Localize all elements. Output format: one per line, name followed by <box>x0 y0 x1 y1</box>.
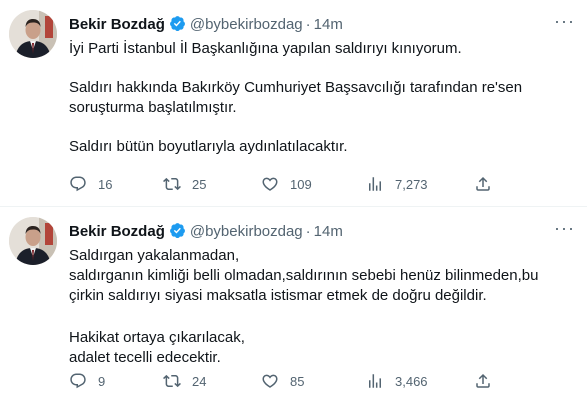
verified-badge-icon <box>169 15 186 37</box>
tweet-actions: 16 25 109 7,273 <box>69 175 499 195</box>
tweet-timestamp[interactable]: 14m <box>314 16 343 33</box>
reply-icon <box>70 176 86 192</box>
views-icon <box>369 177 381 191</box>
like-icon <box>262 374 278 388</box>
tweet[interactable]: Bekir Bozdağ @bybekirbozdag · 14m ··· Saldı… <box>0 207 587 416</box>
share-icon <box>476 176 490 191</box>
views-button[interactable]: 7,273 <box>366 175 428 193</box>
tweet[interactable]: Bekir Bozdağ @bybekirbozdag · 14m ··· İyi P… <box>0 0 587 207</box>
retweet-count: 25 <box>192 176 207 192</box>
views-button[interactable]: 3,466 <box>366 372 428 390</box>
reply-count: 9 <box>98 373 106 389</box>
share-icon <box>476 373 490 388</box>
tweet-paragraph: Saldırı hakkında Bakırköy Cumhuriyet Baş… <box>69 79 523 116</box>
tweet-feed: Bekir Bozdağ @bybekirbozdag · 14m ··· İyi P… <box>0 0 587 416</box>
retweet-button[interactable]: 25 <box>163 175 206 193</box>
reply-count: 16 <box>98 176 113 192</box>
tweet-paragraph: İyi Parti İstanbul İl Başkanlığına yapıl… <box>69 40 462 57</box>
separator-dot: · <box>305 16 311 33</box>
reply-icon <box>70 373 86 389</box>
verified-badge-icon <box>169 222 186 244</box>
more-icon[interactable]: ··· <box>554 219 575 237</box>
avatar[interactable] <box>9 10 57 58</box>
tweet-header: Bekir Bozdağ @bybekirbozdag · 14m <box>69 15 343 37</box>
retweet-count: 24 <box>192 373 207 389</box>
reply-button[interactable]: 9 <box>69 372 105 390</box>
avatar-image <box>9 10 57 58</box>
views-count: 7,273 <box>395 176 428 192</box>
tweet-paragraph: Hakikat ortaya çıkarılacak, adalet tecel… <box>69 329 245 366</box>
tweet-paragraph: Saldırgan yakalanmadan, saldırganın kiml… <box>69 247 539 304</box>
share-button[interactable] <box>474 372 492 390</box>
like-icon <box>262 177 278 191</box>
like-count: 109 <box>290 176 312 192</box>
like-count: 85 <box>290 373 305 389</box>
tweet-text: Saldırgan yakalanmadan, saldırganın kiml… <box>69 246 577 368</box>
tweet-header: Bekir Bozdağ @bybekirbozdag · 14m <box>69 222 343 244</box>
author-handle[interactable]: @bybekirbozdag <box>190 223 303 240</box>
views-count: 3,466 <box>395 373 428 389</box>
avatar[interactable] <box>9 217 57 265</box>
separator-dot: · <box>305 223 311 240</box>
more-icon[interactable]: ··· <box>554 12 575 30</box>
share-button[interactable] <box>474 175 492 193</box>
like-button[interactable]: 85 <box>261 372 304 390</box>
retweet-icon <box>163 177 181 191</box>
author-name[interactable]: Bekir Bozdağ <box>69 16 165 33</box>
author-handle[interactable]: @bybekirbozdag <box>190 16 303 33</box>
tweet-paragraph: Saldırı bütün boyutlarıyla aydınlatılaca… <box>69 138 348 155</box>
reply-button[interactable]: 16 <box>69 175 112 193</box>
retweet-button[interactable]: 24 <box>163 372 206 390</box>
tweet-text: İyi Parti İstanbul İl Başkanlığına yapıl… <box>69 39 577 157</box>
views-icon <box>369 374 381 388</box>
tweet-timestamp[interactable]: 14m <box>314 223 343 240</box>
tweet-actions: 9 24 85 3,466 <box>69 372 499 392</box>
author-name[interactable]: Bekir Bozdağ <box>69 223 165 240</box>
avatar-image <box>9 217 57 265</box>
like-button[interactable]: 109 <box>261 175 312 193</box>
retweet-icon <box>163 374 181 388</box>
